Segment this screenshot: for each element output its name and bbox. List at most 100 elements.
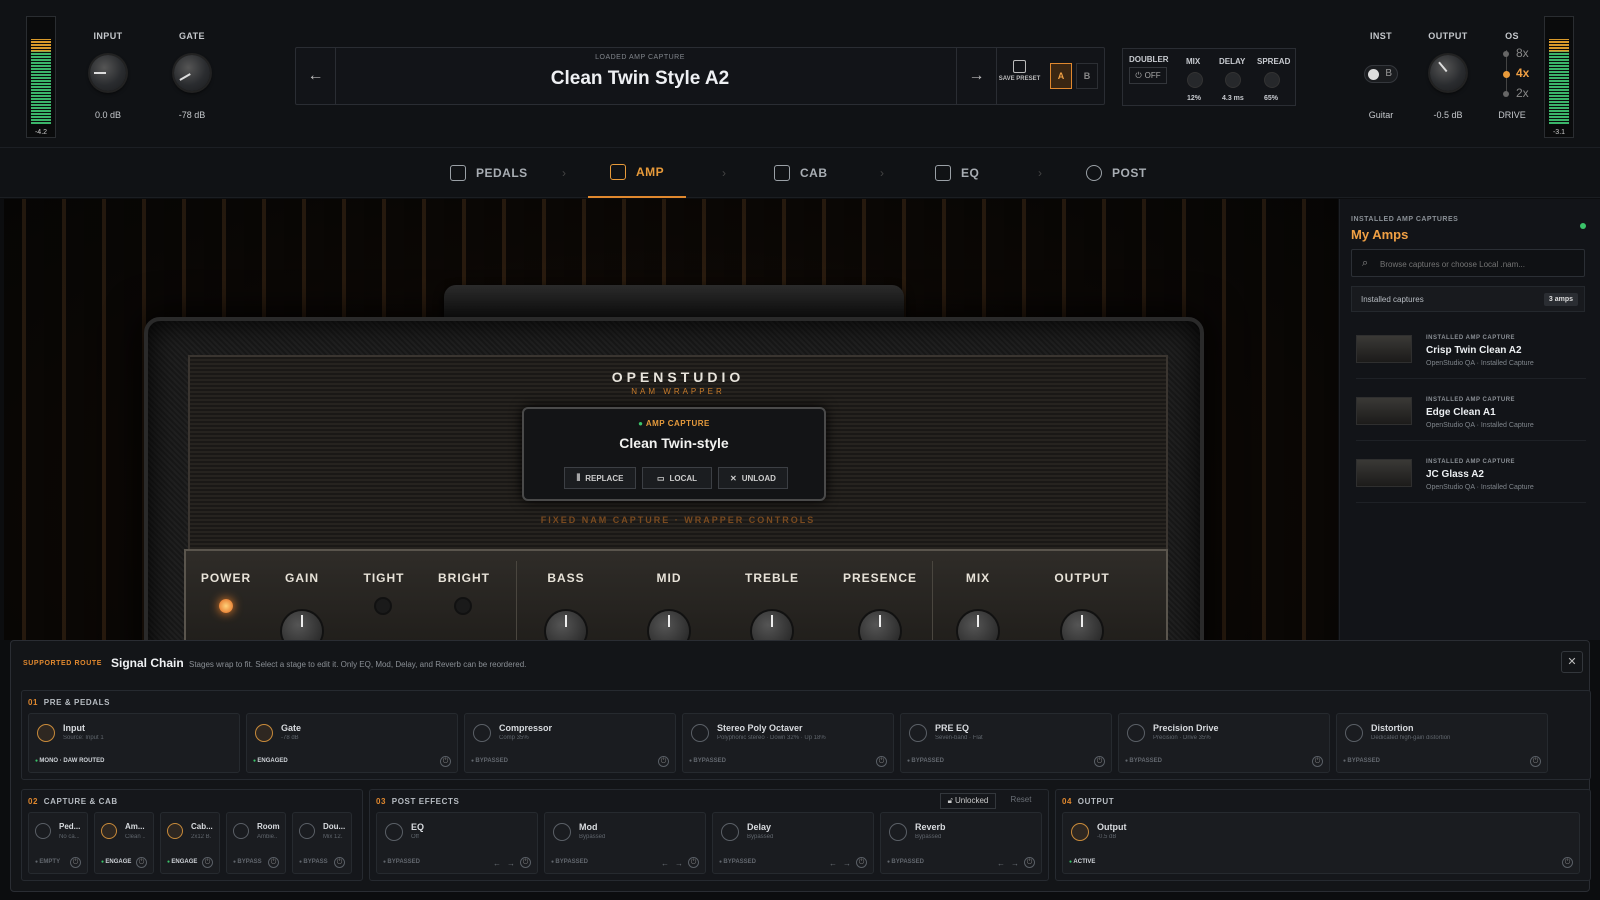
- chain-stage-card[interactable]: Gate -78 dB ENGAGED ⏻: [246, 713, 458, 773]
- power-icon[interactable]: ⏻: [334, 857, 345, 868]
- replace-button[interactable]: ⫼ REPLACE: [564, 467, 636, 489]
- stage-subtitle: Clean ...: [125, 834, 145, 840]
- close-chain-button[interactable]: ✕: [1561, 651, 1583, 673]
- tab-pedals[interactable]: PEDALS: [428, 148, 550, 198]
- tab-eq[interactable]: EQ: [913, 148, 1001, 198]
- spread-knob[interactable]: [1265, 73, 1279, 87]
- chain-stage-card[interactable]: Distortion Dedicated high-gain distortion…: [1336, 713, 1548, 773]
- doubler-toggle[interactable]: ⏻ OFF: [1129, 67, 1167, 84]
- tight-switch[interactable]: [376, 599, 390, 613]
- move-right-icon[interactable]: →: [507, 859, 515, 868]
- section-capture-cab: 02 CAPTURE & CAB Ped...No ca...EMPTY⏻Am.…: [21, 789, 363, 881]
- power-icon[interactable]: ⏻: [1562, 857, 1573, 868]
- power-icon[interactable]: ⏻: [440, 756, 451, 767]
- chain-stage-card[interactable]: Room Ambie... BYPASS ⏻: [226, 812, 286, 874]
- tab-post[interactable]: POST: [1064, 148, 1169, 198]
- stage-icon: [909, 724, 927, 742]
- stage-title: Cab...: [191, 822, 213, 831]
- tight-label: TIGHT: [363, 571, 405, 585]
- capture-item[interactable]: INSTALLED AMP CAPTURE JC Glass A2 OpenSt…: [1356, 445, 1586, 503]
- search-input[interactable]: [1380, 256, 1580, 272]
- stage-status: BYPASSED: [551, 859, 588, 865]
- chain-stage-card[interactable]: Compressor Comp 35% BYPASSED ⏻: [464, 713, 676, 773]
- section-pre-pedals: 01 PRE & PEDALS InputSource: Input 1MONO…: [21, 690, 1591, 780]
- power-icon[interactable]: ⏻: [856, 857, 867, 868]
- capture-item[interactable]: INSTALLED AMP CAPTURE Crisp Twin Clean A…: [1356, 321, 1586, 379]
- os-option-2x[interactable]: 2x: [1516, 86, 1529, 100]
- power-icon[interactable]: ⏻: [1312, 756, 1323, 767]
- os-option-8x[interactable]: 8x: [1516, 46, 1529, 60]
- tab-cab[interactable]: CAB: [752, 148, 850, 198]
- amp-output-knob[interactable]: [1062, 611, 1102, 640]
- power-icon[interactable]: ⏻: [1094, 756, 1105, 767]
- save-preset-button[interactable]: SAVE PRESET: [996, 48, 1042, 104]
- gate-knob[interactable]: [174, 55, 210, 91]
- move-left-icon[interactable]: ←: [493, 859, 501, 868]
- chain-stage-card[interactable]: Input Source: Input 1 MONO · DAW ROUTED: [28, 713, 240, 773]
- loaded-preset-name[interactable]: Clean Twin Style A2: [336, 68, 944, 90]
- os-option-4x[interactable]: 4x: [1516, 66, 1529, 80]
- power-icon[interactable]: ⏻: [876, 756, 887, 767]
- move-right-icon[interactable]: →: [675, 859, 683, 868]
- move-right-icon[interactable]: →: [1011, 859, 1019, 868]
- power-icon[interactable]: ⏻: [202, 857, 213, 868]
- chain-stage-card[interactable]: Am... Clean ... ENGAGE ⏻: [94, 812, 154, 874]
- mid-knob[interactable]: [649, 611, 689, 640]
- power-icon[interactable]: ⏻: [1024, 857, 1035, 868]
- reset-button[interactable]: Reset: [1000, 793, 1042, 809]
- search-icon: ⌕: [1362, 257, 1369, 269]
- amp-mix-knob[interactable]: [958, 611, 998, 640]
- output-knob[interactable]: [1430, 55, 1466, 91]
- bright-label: BRIGHT: [438, 571, 490, 585]
- treble-knob[interactable]: [752, 611, 792, 640]
- chain-stage-card[interactable]: Ped... No ca... EMPTY ⏻: [28, 812, 88, 874]
- power-icon[interactable]: ⏻: [658, 756, 669, 767]
- move-left-icon[interactable]: ←: [661, 859, 669, 868]
- treble-label: TREBLE: [745, 571, 799, 585]
- move-left-icon[interactable]: ←: [997, 859, 1005, 868]
- bass-knob[interactable]: [546, 611, 586, 640]
- local-button[interactable]: ▭ LOCAL: [642, 467, 712, 489]
- slot-b-button[interactable]: B: [1076, 63, 1098, 89]
- os-selector[interactable]: 8x 4x 2x: [1500, 46, 1540, 102]
- delay-knob[interactable]: [1226, 73, 1240, 87]
- chain-stage-card[interactable]: Cab... 2x12 B... ENGAGE ⏻: [160, 812, 220, 874]
- stage-status: ENGAGED: [253, 758, 287, 764]
- unlock-toggle[interactable]: 🔓︎ Unlocked: [940, 793, 996, 809]
- chain-stage-card[interactable]: PRE EQ Seven-band · Flat BYPASSED ⏻: [900, 713, 1112, 773]
- chain-stage-card[interactable]: Precision Drive Precision · Drive 35% BYPA…: [1118, 713, 1330, 773]
- capture-search[interactable]: ⌕: [1351, 249, 1585, 277]
- inst-toggle[interactable]: B: [1364, 65, 1398, 83]
- move-right-icon[interactable]: →: [843, 859, 851, 868]
- unload-button[interactable]: ✕ UNLOAD: [718, 467, 788, 489]
- power-icon[interactable]: ⏻: [688, 857, 699, 868]
- chain-stage-card[interactable]: Mod Bypassed BYPASSED ⏻ ← →: [544, 812, 706, 874]
- tab-amp[interactable]: AMP: [588, 148, 687, 198]
- slot-a-button[interactable]: A: [1050, 63, 1072, 89]
- power-icon[interactable]: ⏻: [136, 857, 147, 868]
- input-knob[interactable]: [90, 55, 126, 91]
- prev-preset-button[interactable]: ←: [296, 48, 336, 104]
- power-lamp[interactable]: [219, 599, 233, 613]
- power-icon[interactable]: ⏻: [70, 857, 81, 868]
- capture-thumbnail: [1356, 459, 1412, 487]
- bright-switch[interactable]: [456, 599, 470, 613]
- presence-knob[interactable]: [860, 611, 900, 640]
- chain-stage-card[interactable]: EQ Off BYPASSED ⏻ ← →: [376, 812, 538, 874]
- stage-status: ENGAGE: [167, 859, 197, 865]
- presence-label: PRESENCE: [842, 571, 918, 585]
- chain-stage-card[interactable]: Stereo Poly Octaver Polyphonic stereo · D…: [682, 713, 894, 773]
- power-icon[interactable]: ⏻: [520, 857, 531, 868]
- chain-stage-card[interactable]: Output -0.5 dB ACTIVE ⏻: [1062, 812, 1580, 874]
- capture-name: Clean Twin-style: [619, 435, 729, 451]
- chain-stage-card[interactable]: Dou... Mix 12... BYPASS ⏻: [292, 812, 352, 874]
- chain-stage-card[interactable]: Delay Bypassed BYPASSED ⏻ ← →: [712, 812, 874, 874]
- power-icon[interactable]: ⏻: [268, 857, 279, 868]
- gain-knob[interactable]: [282, 611, 322, 640]
- chain-stage-card[interactable]: Reverb Bypassed BYPASSED ⏻ ← →: [880, 812, 1042, 874]
- power-icon[interactable]: ⏻: [1530, 756, 1541, 767]
- capture-item[interactable]: INSTALLED AMP CAPTURE Edge Clean A1 Open…: [1356, 383, 1586, 441]
- next-preset-button[interactable]: →: [956, 48, 996, 104]
- move-left-icon[interactable]: ←: [829, 859, 837, 868]
- mix-knob[interactable]: [1188, 73, 1202, 87]
